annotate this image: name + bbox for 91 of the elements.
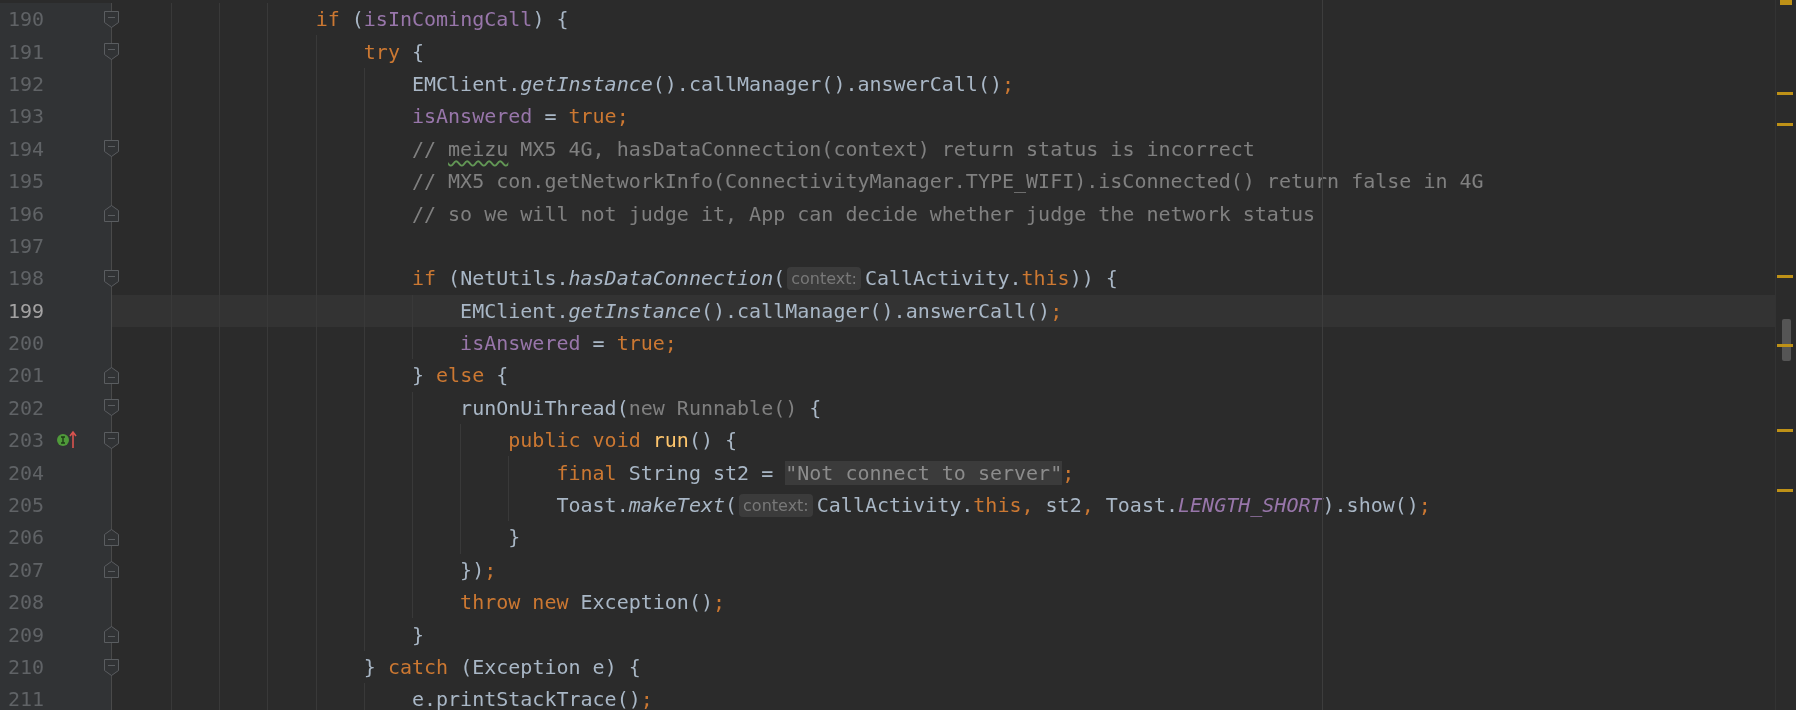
code-comment: // (411, 136, 438, 161)
code-token: true; (616, 331, 677, 356)
code-token: hasDataConnection (568, 266, 774, 291)
fold-collapse-icon[interactable] (104, 431, 119, 449)
warning-marker-icon[interactable] (1777, 274, 1793, 278)
code-token: }) (460, 557, 485, 582)
code-token: public void (508, 428, 642, 453)
code-token: isInComingCall (363, 7, 533, 32)
fold-end-icon[interactable] (104, 528, 119, 546)
code-token: , (1081, 493, 1095, 518)
warning-marker-icon[interactable] (1777, 428, 1793, 432)
code-token: } (411, 363, 425, 388)
misspelled-word: meizu (448, 136, 509, 161)
code-token: isAnswered (460, 331, 581, 356)
code-token: (Exception e) { (459, 655, 641, 679)
code-token: st2 (1045, 493, 1082, 518)
code-token: (NetUtils. (447, 266, 569, 291)
code-token: final (556, 460, 617, 485)
code-token: ; (484, 557, 497, 582)
code-token: try (363, 39, 400, 64)
code-token: run (652, 428, 689, 453)
code-token: ( (725, 493, 738, 518)
code-token: CallActivity. (816, 493, 974, 518)
fold-collapse-icon[interactable] (104, 10, 119, 28)
code-token: String st2 = (627, 460, 775, 485)
code-token: )) { (1069, 266, 1118, 291)
scrollbar-thumb[interactable] (1782, 319, 1791, 361)
code-token: ; (1418, 493, 1431, 518)
code-token: getInstance (520, 71, 653, 96)
code-token: ().callManager().answerCall() (700, 298, 1051, 323)
code-token: { (410, 39, 424, 64)
code-token: = (591, 331, 606, 356)
code-token: new Runnable() (628, 395, 798, 420)
code-token: ) { (532, 7, 569, 32)
code-token: else (436, 363, 485, 388)
warning-marker-icon[interactable] (1777, 122, 1793, 126)
code-token: this, (973, 493, 1035, 518)
code-token: } (411, 622, 424, 647)
code-token: EMClient. (411, 71, 521, 96)
code-token: if (315, 7, 340, 32)
code-token: isAnswered (411, 104, 533, 129)
code-token: ; (1050, 298, 1063, 323)
parameter-hint: context: (787, 266, 861, 290)
fold-end-icon[interactable] (104, 561, 119, 579)
code-token: true; (568, 104, 629, 129)
string-literal: "Not connect to server" (785, 460, 1063, 485)
parameter-hint: context: (739, 493, 813, 517)
code-token: ; (713, 590, 726, 615)
code-token: getInstance (568, 298, 701, 323)
code-token: Exception() (579, 590, 713, 615)
fold-collapse-icon[interactable] (104, 43, 119, 61)
code-token: ; (1062, 460, 1075, 485)
code-token: EMClient. (460, 298, 569, 323)
code-token: throw new (460, 590, 569, 615)
code-token: if (411, 266, 437, 291)
code-token: ; (640, 687, 653, 710)
warning-marker-icon[interactable] (1777, 343, 1793, 347)
code-token: ().callManager().answerCall() (652, 71, 1002, 96)
code-comment: MX5 4G, hasDataConnection(context) return status is incorrect (519, 136, 1255, 161)
code-token: } (508, 525, 521, 550)
warning-marker-icon[interactable] (1780, 0, 1792, 5)
code-token: e.printStackTrace() (411, 687, 641, 710)
code-token: ( (773, 266, 786, 291)
code-token: = (543, 104, 558, 129)
code-token: runOnUiThread( (460, 395, 629, 420)
warning-marker-icon[interactable] (1777, 92, 1793, 96)
code-token: } (363, 655, 377, 679)
code-token: ( (350, 7, 364, 32)
code-token: ; (1002, 71, 1015, 96)
code-token: makeText (628, 493, 725, 518)
fold-end-icon[interactable] (104, 205, 119, 223)
code-token: Toast. (1105, 493, 1179, 518)
fold-collapse-icon[interactable] (104, 269, 119, 287)
line-number: 199 (7, 298, 46, 323)
code-token: catch (387, 655, 449, 679)
code-token: this (1021, 266, 1070, 291)
fold-collapse-icon[interactable] (104, 399, 119, 417)
fold-collapse-icon[interactable] (104, 658, 119, 676)
fold-collapse-icon[interactable] (104, 140, 119, 158)
code-token: { (495, 363, 509, 388)
code-token: () { (688, 428, 738, 453)
warning-marker-icon[interactable] (1777, 489, 1793, 493)
code-token: CallActivity. (864, 266, 1022, 291)
code-token: Toast. (556, 493, 629, 518)
code-comment: // so we will not judge it, App can decide whether judge the network status (411, 201, 1316, 226)
code-token: { (808, 395, 822, 420)
code-comment: // MX5 con.getNetworkInfo(ConnectivityManager.TYPE_WIFI).isConnected() return false in 4G (411, 169, 1484, 194)
code-token: ).show() (1322, 493, 1419, 518)
fold-end-icon[interactable] (104, 367, 119, 384)
fold-end-icon[interactable] (104, 626, 119, 644)
code-token: LENGTH_SHORT (1178, 493, 1323, 518)
